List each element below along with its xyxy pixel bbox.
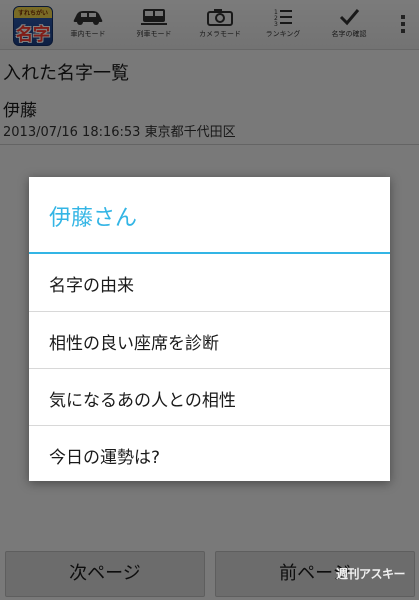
menu-item-today-fortune[interactable]: 今日の運勢は? <box>29 425 390 482</box>
menu-item-person-compatibility[interactable]: 気になるあの人との相性 <box>29 368 390 425</box>
menu-item-label: 気になるあの人との相性 <box>49 391 236 411</box>
menu-item-seat-compatibility[interactable]: 相性の良い座席を診断 <box>29 311 390 368</box>
menu-item-label: 相性の良い座席を診断 <box>49 334 219 354</box>
menu-item-label: 名字の由来 <box>49 276 134 296</box>
dialog-title: 伊藤さん <box>49 206 138 231</box>
menu-item-label: 今日の運勢は? <box>49 448 161 468</box>
menu-item-name-origin[interactable]: 名字の由来 <box>29 254 390 311</box>
name-menu-dialog: 伊藤さん 名字の由来 相性の良い座席を診断 気になるあの人との相性 今日の運勢は… <box>29 177 390 481</box>
watermark-logo: 週刊アスキー <box>336 567 406 581</box>
